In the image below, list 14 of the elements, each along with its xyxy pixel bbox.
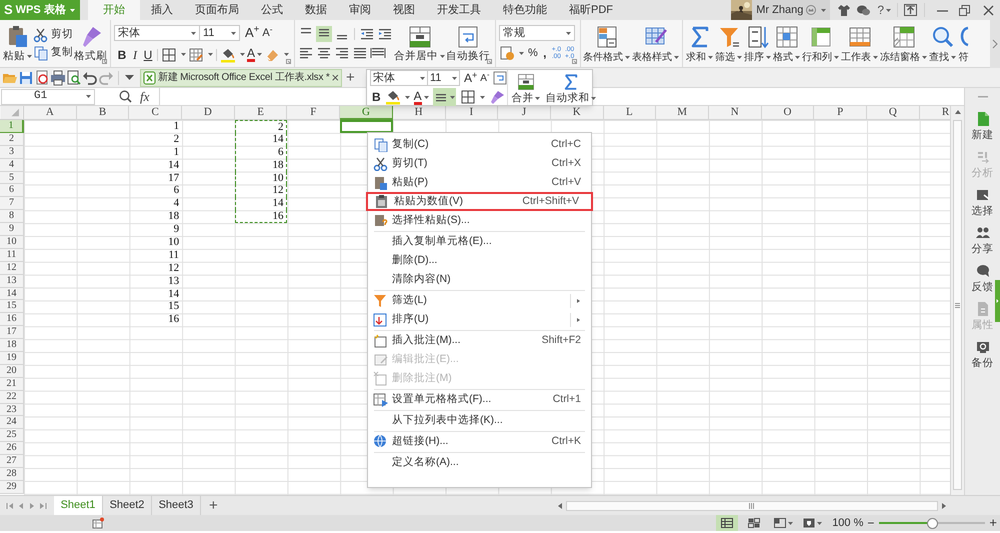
sidebar-button: 分析	[972, 150, 994, 188]
shortcut-text: Ctrl+1	[552, 392, 581, 407]
document-title: 新建 Microsoft Office Excel 工作表.xlsx *	[158, 70, 330, 85]
shortcut-text: Ctrl+X	[552, 156, 581, 171]
shortcut-text: Shift+F2	[542, 332, 581, 348]
shortcut-text: Ctrl+Shift+V	[522, 194, 579, 209]
menu-item: 删除批注(M)	[368, 369, 591, 388]
shortcut-text: Ctrl+C	[550, 136, 581, 152]
shortcut-text: Ctrl+K	[552, 434, 581, 449]
sidebar-button: 属性	[972, 302, 994, 340]
shortcut-text: Ctrl+V	[552, 174, 581, 190]
menu-item: 编辑批注(E)...	[368, 350, 591, 369]
logo: S	[4, 1, 13, 20]
zoom-percentage: 100 %	[832, 516, 864, 531]
